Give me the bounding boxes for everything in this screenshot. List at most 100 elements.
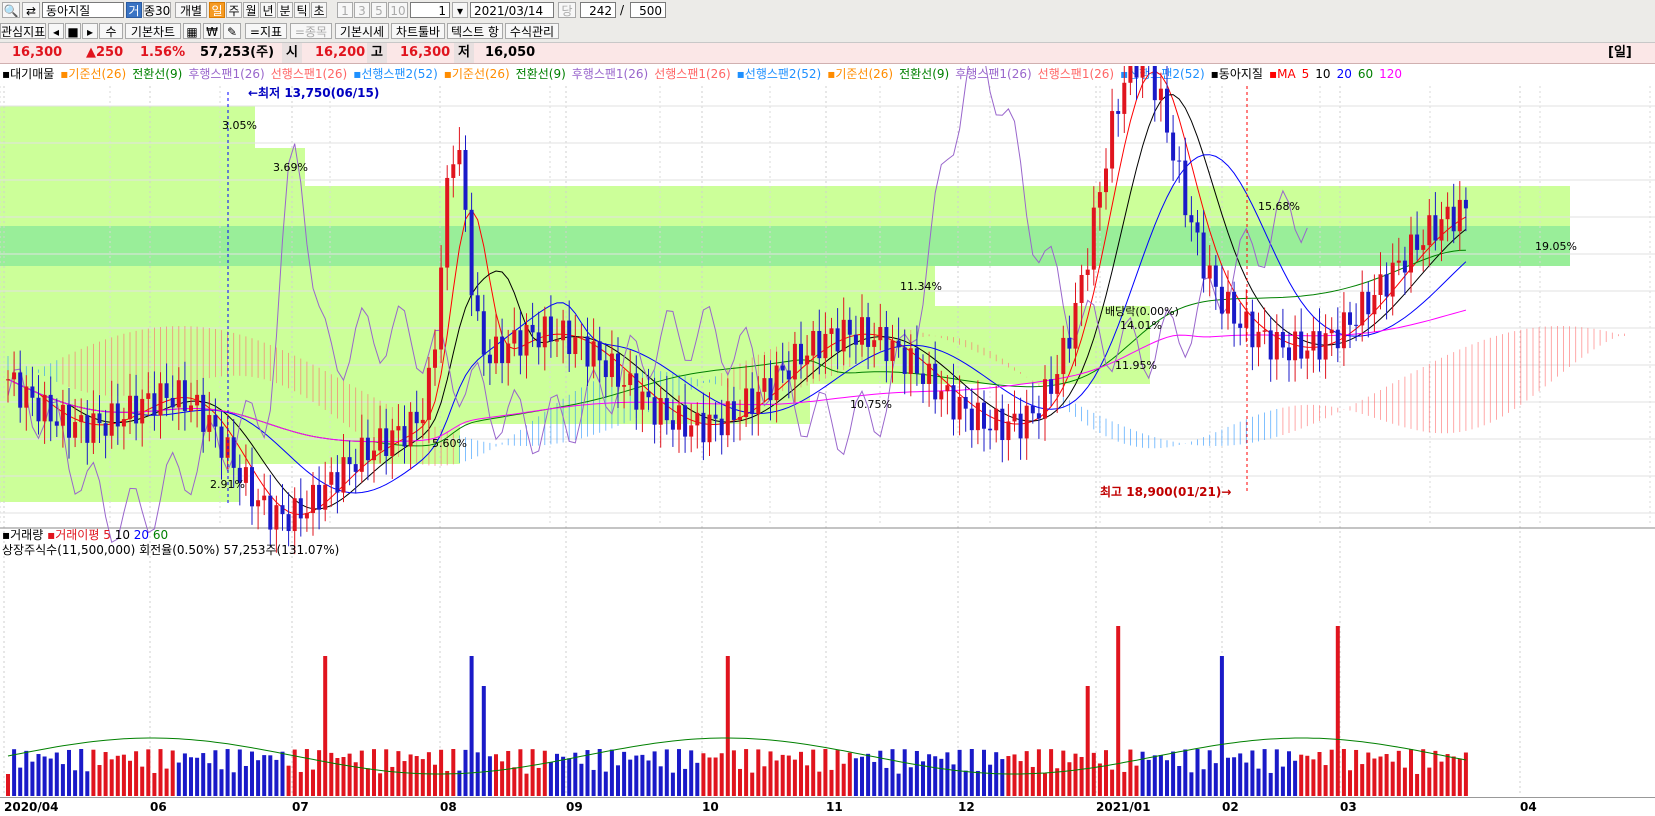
text-item-button[interactable]: 텍스트 항 [447,23,503,39]
period-year-button[interactable]: 년 [260,2,276,18]
candle-body [792,343,797,380]
interval-1-button[interactable]: 1 [337,2,353,18]
interval-10-button[interactable]: 10 [388,2,408,18]
high-price: 16,300 [400,45,451,60]
grid-icon[interactable]: ▦ [183,23,201,39]
volume-bar [304,749,309,796]
stop-icon[interactable]: ■ [65,23,81,39]
chart-toolbar-button[interactable]: 차트툴바 [391,23,445,39]
volume-title: ▪거래량 [2,528,44,542]
volume-bar [536,767,541,796]
currency-button[interactable]: ₩ [203,23,221,39]
candle-body [628,373,633,386]
volume-bar [1000,759,1005,796]
period-tick-button[interactable]: 틱 [294,2,310,18]
candle-body [1158,88,1163,101]
volume-bar [908,767,913,796]
su-button[interactable]: 수 [99,23,123,39]
interval-input[interactable]: 1 [410,2,450,18]
volume-bar [1439,761,1444,796]
candle-body [975,402,980,431]
stock-chart[interactable]: ←최저 13,750(06/15) 최고 18,900(01/21)→ 배당락(0.… [0,66,1655,796]
period-indicator[interactable]: [일] [1608,43,1632,63]
chevron-left-icon[interactable]: ◂ [48,23,64,39]
period-day-button[interactable]: 일 [209,2,225,18]
total-input[interactable]: 500 [630,2,666,18]
candle-body [603,360,608,378]
candle-body [1427,215,1432,246]
stock-name-input[interactable]: 동아지질 [42,2,124,18]
candle-body [1256,331,1261,348]
volume-bar [799,751,803,796]
volume-bar [1018,761,1023,796]
interval-3-button[interactable]: 3 [354,2,370,18]
band-pct-label: 11.95% [1115,359,1157,372]
volume-bar [140,766,145,796]
low-marker-label: ←최저 13,750(06/15) [248,85,379,100]
chevron-down-icon[interactable]: ▾ [452,2,468,18]
candle-body [1128,66,1133,83]
candle-body [115,403,120,427]
volume-bar [1116,626,1121,796]
volume-bar [713,757,718,796]
candle-body [1201,232,1206,279]
volume-bar [1293,760,1298,796]
candle-body [939,391,944,400]
current-button[interactable]: 당 [558,2,576,18]
indicator-button[interactable]: =지표 [245,23,287,39]
candle-body [597,341,602,361]
date-select[interactable]: 2021/03/14 [470,2,554,18]
candle-body [670,420,675,430]
stock-button[interactable]: =종목 [290,23,332,39]
volume-bar [1043,773,1047,796]
group30-button[interactable]: 종30 [143,2,171,18]
candle-body [872,340,877,347]
volume-bar [616,765,620,796]
candle-body [250,467,254,507]
resistance-band [0,106,255,148]
candle-body [1000,408,1005,441]
period-week-button[interactable]: 주 [226,2,242,18]
wrench-icon[interactable]: ✎ [223,23,241,39]
candle-body [1317,331,1322,360]
candle-body [805,355,810,365]
period-second-button[interactable]: 초 [311,2,327,18]
period-month-button[interactable]: 월 [243,2,259,18]
group-button[interactable]: 거 [126,2,142,18]
candle-body [1061,337,1066,375]
candle-body [1055,374,1060,394]
candle-body [494,336,498,364]
basic-chart-button[interactable]: 기본차트 [125,23,181,39]
volume-ma-60: 60 [152,528,169,542]
formula-manager-button[interactable]: 수식관리 [505,23,559,39]
candle-body [1232,291,1237,324]
chevron-right-icon[interactable]: ▸ [82,23,98,39]
refresh-icon[interactable]: ⇄ [22,2,40,18]
low-label: 저 [454,43,474,63]
candle-body [524,324,529,356]
candle-body [1165,88,1169,133]
individual-button[interactable]: 개별 [175,2,207,18]
count-input[interactable]: 242 [580,2,616,18]
indicators-button[interactable]: 관심지표 [0,23,46,39]
volume-bar [1415,773,1420,796]
volume-bar [1299,754,1304,796]
volume-bar [1421,749,1426,796]
volume-bar [1213,763,1218,796]
basic-quote-button[interactable]: 기본시세 [335,23,389,39]
interval-5-button[interactable]: 5 [371,2,387,18]
candle-body [725,401,730,436]
volume-bar [914,750,919,796]
search-icon[interactable]: 🔍 [2,2,20,18]
volume-bar [780,754,785,796]
candle-body [457,150,462,165]
band-pct-label: 14.01% [1120,319,1162,332]
candle-body [1195,222,1200,233]
candle-body [1274,331,1279,360]
band-pct-label: 19.05% [1535,240,1577,253]
period-minute-button[interactable]: 분 [277,2,293,18]
volume-bar [957,749,962,796]
candle-body [1189,215,1194,223]
candle-body [1171,132,1176,161]
volume-bar [963,770,968,796]
